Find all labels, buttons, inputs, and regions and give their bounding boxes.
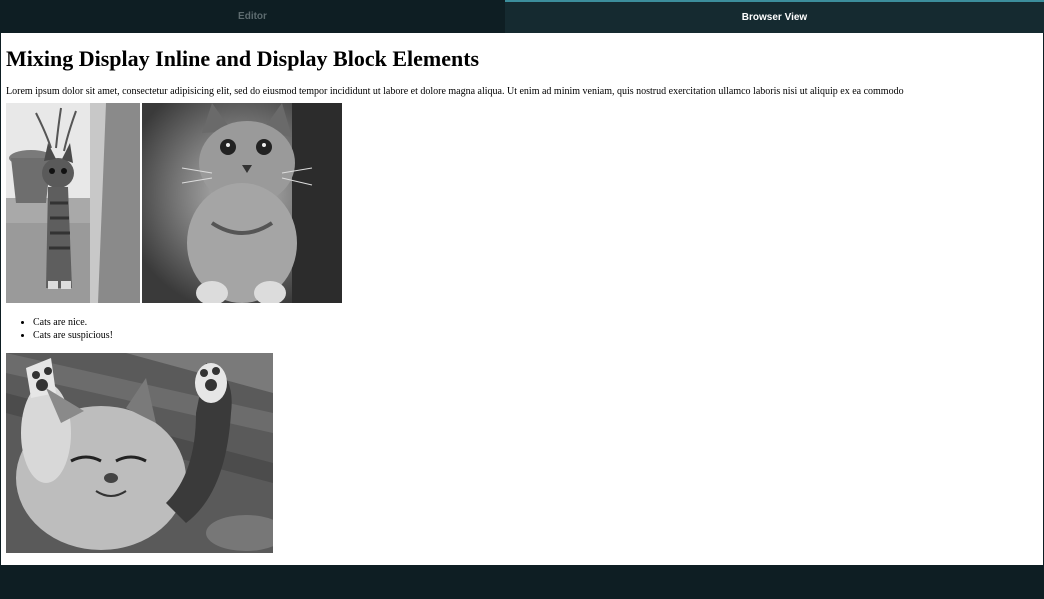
tab-editor[interactable]: Editor [0,0,505,33]
list-item: Cats are nice. [33,316,1038,329]
sleeping-kitten-image [6,353,273,553]
page-content: Mixing Display Inline and Display Block … [1,46,1043,553]
lorem-paragraph: Lorem ipsum dolor sit amet, consectetur … [6,86,904,97]
view-tabbar: Editor Browser View [0,0,1044,33]
inline-image-row [6,103,1038,303]
page-heading: Mixing Display Inline and Display Block … [6,46,480,71]
bottom-bar [0,565,1044,599]
fluffy-kitten-image [142,103,342,303]
cat-facts-list: Cats are nice. Cats are suspicious! [6,316,1038,342]
tab-browser-view[interactable]: Browser View [505,0,1044,33]
browser-viewport: Mixing Display Inline and Display Block … [1,33,1043,565]
kitten-by-pot-image [6,103,140,303]
list-item: Cats are suspicious! [33,329,1038,342]
